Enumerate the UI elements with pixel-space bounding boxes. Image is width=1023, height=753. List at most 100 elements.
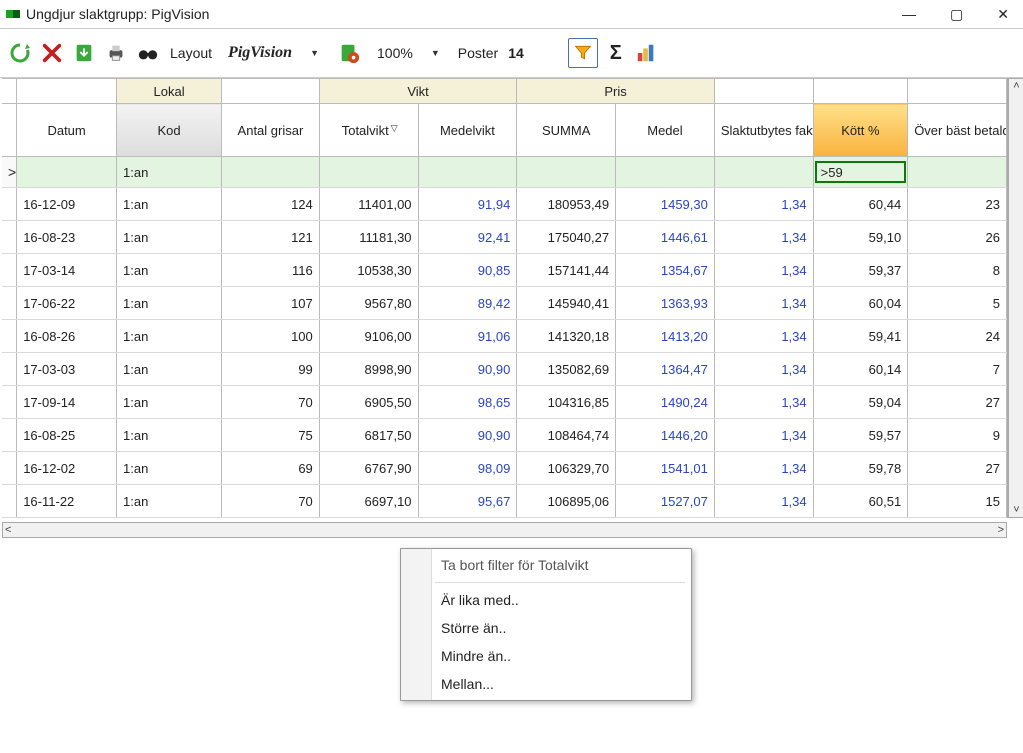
chart-icon[interactable] <box>632 39 660 67</box>
table-row[interactable]: 16-11-221:an706697,1095,67106895,061527,… <box>2 485 1007 518</box>
filter-medel[interactable] <box>616 157 715 188</box>
cell-datum[interactable]: 16-11-22 <box>17 485 117 518</box>
cell-totalvikt[interactable]: 6817,50 <box>319 419 418 452</box>
ctx-less[interactable]: Mindre än.. <box>401 642 691 670</box>
cell-over[interactable]: 27 <box>908 386 1007 419</box>
cell-kod[interactable]: 1:an <box>117 452 222 485</box>
filter-totalvikt[interactable] <box>319 157 418 188</box>
cell-summa[interactable]: 157141,44 <box>517 254 616 287</box>
column-header-antal[interactable]: Antal grisar <box>222 104 320 157</box>
column-header-medel[interactable]: Medel <box>616 104 715 157</box>
cell-medelvikt[interactable]: 89,42 <box>418 287 517 320</box>
cell-kott[interactable]: 60,44 <box>813 188 908 221</box>
filter-button[interactable] <box>568 38 598 68</box>
filter-medelvikt[interactable] <box>418 157 517 188</box>
cell-faktor[interactable]: 1,34 <box>714 485 813 518</box>
cell-antal[interactable]: 107 <box>222 287 320 320</box>
column-header-medelvikt[interactable]: Medelvikt <box>418 104 517 157</box>
table-row[interactable]: 17-06-221:an1079567,8089,42145940,411363… <box>2 287 1007 320</box>
group-header-pris[interactable]: Pris <box>517 79 715 104</box>
cell-faktor[interactable]: 1,34 <box>714 353 813 386</box>
cell-medel[interactable]: 1354,67 <box>616 254 715 287</box>
table-row[interactable]: 16-12-021:an696767,9098,09106329,701541,… <box>2 452 1007 485</box>
print-icon[interactable] <box>102 39 130 67</box>
cell-kod[interactable]: 1:an <box>117 386 222 419</box>
cell-totalvikt[interactable]: 9106,00 <box>319 320 418 353</box>
cell-kod[interactable]: 1:an <box>117 353 222 386</box>
cell-antal[interactable]: 124 <box>222 188 320 221</box>
column-header-totalvikt[interactable]: Totalvikt▽ <box>319 104 418 157</box>
column-header-summa[interactable]: SUMMA <box>517 104 616 157</box>
cell-over[interactable]: 24 <box>908 320 1007 353</box>
filter-summa[interactable] <box>517 157 616 188</box>
cell-over[interactable]: 7 <box>908 353 1007 386</box>
cell-datum[interactable]: 17-03-14 <box>17 254 117 287</box>
filter-over[interactable] <box>908 157 1007 188</box>
cell-antal[interactable]: 116 <box>222 254 320 287</box>
export-icon[interactable] <box>70 39 98 67</box>
cell-over[interactable]: 9 <box>908 419 1007 452</box>
cell-totalvikt[interactable]: 6697,10 <box>319 485 418 518</box>
cell-medelvikt[interactable]: 95,67 <box>418 485 517 518</box>
cell-medel[interactable]: 1363,93 <box>616 287 715 320</box>
cell-totalvikt[interactable]: 8998,90 <box>319 353 418 386</box>
filter-kod[interactable]: 1:an <box>117 157 222 188</box>
window-minimize-button[interactable]: — <box>902 6 916 23</box>
cell-over[interactable]: 5 <box>908 287 1007 320</box>
cell-totalvikt[interactable]: 11181,30 <box>319 221 418 254</box>
vertical-scrollbar[interactable]: ˄ ˅ <box>1008 78 1023 518</box>
cell-kod[interactable]: 1:an <box>117 287 222 320</box>
cell-over[interactable]: 15 <box>908 485 1007 518</box>
cell-antal[interactable]: 99 <box>222 353 320 386</box>
cell-medelvikt[interactable]: 90,85 <box>418 254 517 287</box>
cell-medel[interactable]: 1446,20 <box>616 419 715 452</box>
filter-faktor[interactable] <box>714 157 813 188</box>
cell-medel[interactable]: 1541,01 <box>616 452 715 485</box>
cell-antal[interactable]: 75 <box>222 419 320 452</box>
scroll-up-icon[interactable]: ˄ <box>1013 80 1019 92</box>
cell-kod[interactable]: 1:an <box>117 419 222 452</box>
cell-datum[interactable]: 16-12-09 <box>17 188 117 221</box>
cell-faktor[interactable]: 1,34 <box>714 221 813 254</box>
scroll-down-icon[interactable]: ˅ <box>1013 504 1019 516</box>
cell-summa[interactable]: 135082,69 <box>517 353 616 386</box>
delete-icon[interactable] <box>38 39 66 67</box>
cell-kott[interactable]: 59,41 <box>813 320 908 353</box>
cell-faktor[interactable]: 1,34 <box>714 254 813 287</box>
sum-icon[interactable]: Σ <box>610 42 622 65</box>
cell-faktor[interactable]: 1,34 <box>714 452 813 485</box>
cell-medel[interactable]: 1490,24 <box>616 386 715 419</box>
cell-medel[interactable]: 1459,30 <box>616 188 715 221</box>
column-header-over[interactable]: Över bäst betalda <box>908 104 1007 157</box>
table-row[interactable]: 17-03-031:an998998,9090,90135082,691364,… <box>2 353 1007 386</box>
cell-medelvikt[interactable]: 91,94 <box>418 188 517 221</box>
cell-datum[interactable]: 16-08-25 <box>17 419 117 452</box>
cell-medelvikt[interactable]: 90,90 <box>418 419 517 452</box>
cell-over[interactable]: 26 <box>908 221 1007 254</box>
window-close-button[interactable]: ✕ <box>997 6 1009 23</box>
cell-medelvikt[interactable]: 90,90 <box>418 353 517 386</box>
ctx-between[interactable]: Mellan... <box>401 670 691 698</box>
cell-totalvikt[interactable]: 11401,00 <box>319 188 418 221</box>
column-header-faktor[interactable]: Slaktutbytes faktor <box>714 104 813 157</box>
layout-dropdown-arrow-icon[interactable]: ▼ <box>306 48 323 58</box>
refresh-icon[interactable] <box>6 39 34 67</box>
group-header-vikt[interactable]: Vikt <box>319 79 517 104</box>
cell-kott[interactable]: 59,10 <box>813 221 908 254</box>
cell-totalvikt[interactable]: 6905,50 <box>319 386 418 419</box>
cell-kod[interactable]: 1:an <box>117 320 222 353</box>
cell-medelvikt[interactable]: 98,65 <box>418 386 517 419</box>
cell-medel[interactable]: 1364,47 <box>616 353 715 386</box>
cell-medelvikt[interactable]: 98,09 <box>418 452 517 485</box>
window-maximize-button[interactable]: ▢ <box>950 6 963 23</box>
cell-kod[interactable]: 1:an <box>117 188 222 221</box>
ctx-greater[interactable]: Större än.. <box>401 614 691 642</box>
cell-antal[interactable]: 70 <box>222 386 320 419</box>
cell-summa[interactable]: 180953,49 <box>517 188 616 221</box>
ctx-equals[interactable]: Är lika med.. <box>401 586 691 614</box>
cell-over[interactable]: 8 <box>908 254 1007 287</box>
ctx-remove-filter[interactable]: Ta bort filter för Totalvikt <box>401 551 691 579</box>
cell-summa[interactable]: 108464,74 <box>517 419 616 452</box>
scroll-right-icon[interactable]: > <box>998 524 1004 536</box>
table-row[interactable]: 16-12-091:an12411401,0091,94180953,49145… <box>2 188 1007 221</box>
